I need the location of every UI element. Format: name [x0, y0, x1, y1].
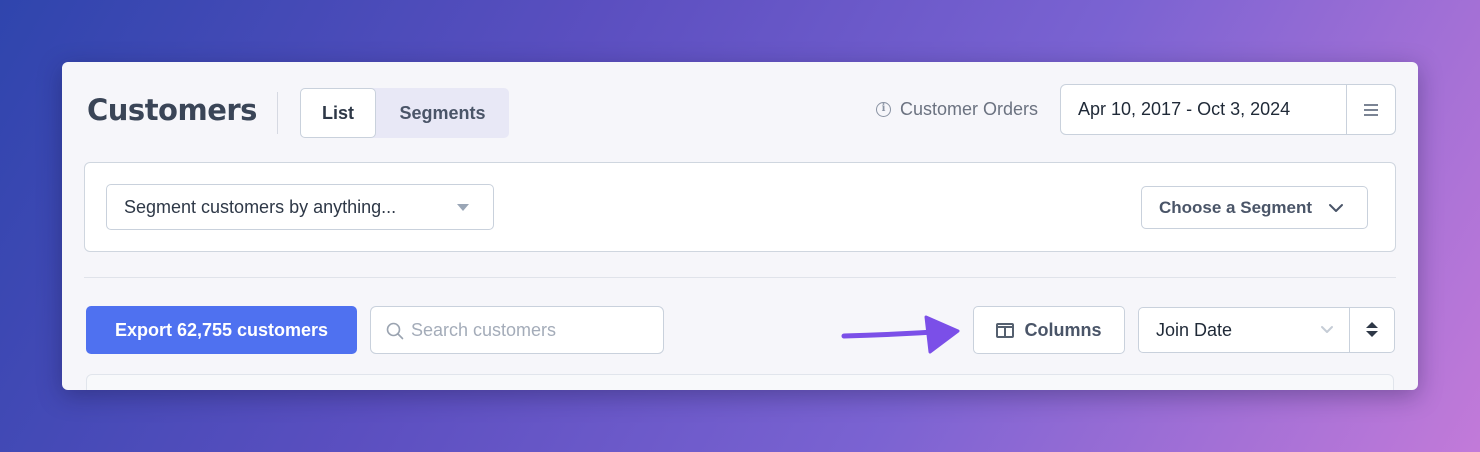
export-button[interactable]: Export 62,755 customers [86, 306, 357, 354]
info-icon[interactable]: i [876, 102, 891, 117]
columns-icon [996, 322, 1015, 338]
caret-down-icon [457, 204, 469, 211]
sort-field-select[interactable]: Join Date [1138, 307, 1395, 353]
hamburger-icon [1364, 101, 1378, 119]
tab-segments[interactable]: Segments [376, 88, 509, 138]
columns-button[interactable]: Columns [973, 306, 1125, 354]
arrow-right-icon [841, 315, 960, 354]
tab-list[interactable]: List [300, 88, 376, 138]
search-icon [386, 322, 404, 340]
segment-bar: Segment customers by anything... Choose … [84, 162, 1396, 252]
columns-label: Columns [1024, 319, 1102, 340]
date-range-picker[interactable]: Apr 10, 2017 - Oct 3, 2024 [1060, 84, 1396, 135]
segment-filter-select[interactable]: Segment customers by anything... [106, 184, 494, 230]
report-label: i Customer Orders [876, 99, 1038, 120]
choose-segment-label: Choose a Segment [1159, 197, 1313, 217]
chevron-down-icon [1329, 204, 1343, 212]
date-menu-button[interactable] [1346, 85, 1395, 134]
sort-field-value[interactable]: Join Date [1156, 308, 1232, 352]
sort-direction-button[interactable] [1349, 308, 1394, 352]
choose-segment-dropdown[interactable]: Choose a Segment [1141, 186, 1368, 229]
search-input[interactable] [411, 307, 656, 353]
customers-panel: Customers List Segments i Customer Order… [62, 62, 1418, 390]
section-divider [84, 277, 1396, 278]
search-box[interactable] [370, 306, 664, 354]
date-range-value[interactable]: Apr 10, 2017 - Oct 3, 2024 [1078, 85, 1290, 134]
sort-icon [1366, 322, 1378, 328]
view-tabs: List Segments [300, 88, 509, 138]
title-divider [277, 92, 278, 134]
customers-table [86, 374, 1394, 390]
report-label-text: Customer Orders [900, 99, 1039, 119]
chevron-down-icon [1321, 326, 1333, 333]
segment-filter-placeholder: Segment customers by anything... [124, 196, 397, 217]
page-title: Customers [87, 93, 257, 127]
